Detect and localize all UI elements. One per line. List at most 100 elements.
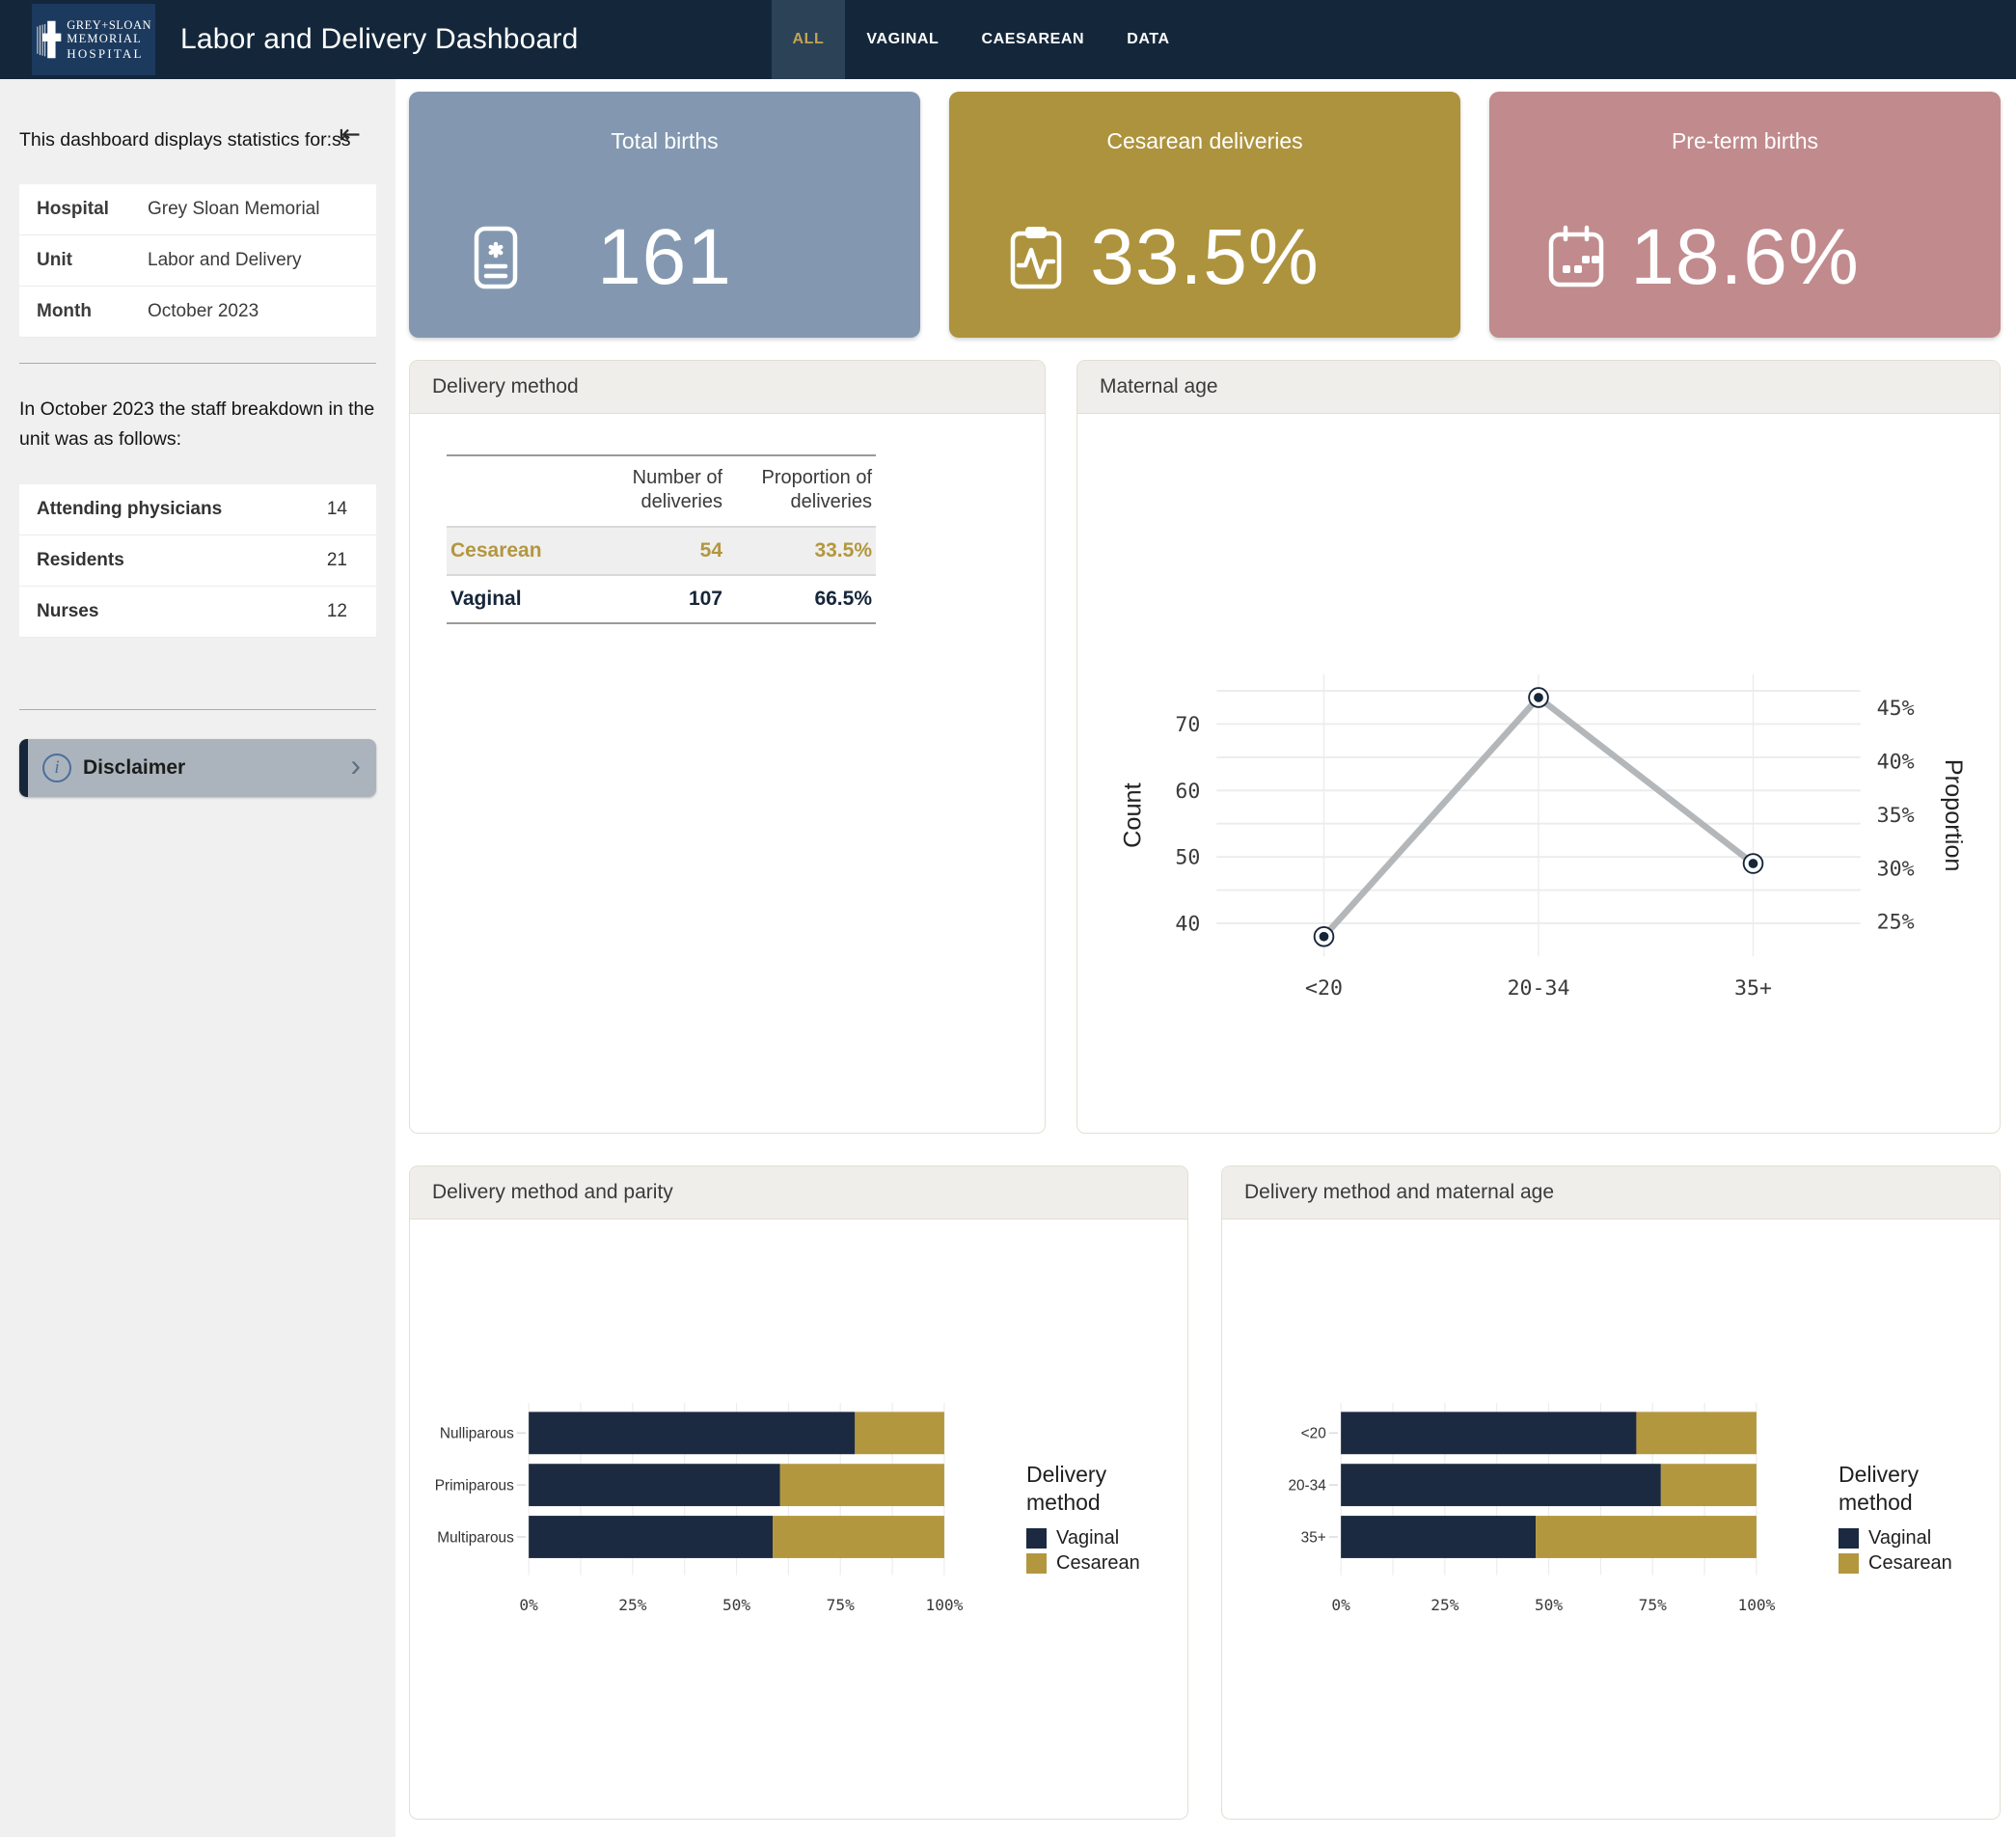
- svg-text:25%: 25%: [618, 1595, 646, 1613]
- disclaimer-label: Disclaimer: [83, 756, 185, 780]
- svg-text:40%: 40%: [1877, 751, 1915, 775]
- svg-text:25%: 25%: [1430, 1595, 1458, 1613]
- table-row: Attending physicians 14: [19, 484, 376, 535]
- row-value: Labor and Delivery: [148, 250, 359, 271]
- svg-text:Multiparous: Multiparous: [437, 1529, 514, 1546]
- kpi-cesarean-deliveries: Cesarean deliveries 33.5%: [949, 92, 1460, 338]
- calendar-icon: [1539, 221, 1613, 294]
- table-row: Month October 2023: [19, 287, 376, 338]
- sidebar-divider: [19, 363, 376, 364]
- svg-text:75%: 75%: [827, 1595, 855, 1613]
- legend-label: Vaginal: [1868, 1527, 1931, 1549]
- svg-text:Count: Count: [1120, 782, 1147, 848]
- hospital-logo: GREY+SLOAN MEMORIAL HOSPITAL: [32, 4, 155, 75]
- svg-text:20-34: 20-34: [1508, 976, 1570, 1001]
- main-content: Total births 161: [395, 79, 2016, 1837]
- svg-text:35%: 35%: [1877, 804, 1915, 828]
- row-label: Hospital: [37, 199, 148, 220]
- nav-tab-caesarean[interactable]: CAESAREAN: [960, 0, 1105, 79]
- svg-text:100%: 100%: [1737, 1595, 1775, 1613]
- svg-text:<20: <20: [1305, 976, 1343, 1001]
- table-row-cesarean: Cesarean 54 33.5%: [447, 527, 876, 575]
- svg-text:20-34: 20-34: [1288, 1477, 1326, 1494]
- column-header: Proportion of deliveries: [726, 455, 876, 527]
- cesarean-swatch: [1026, 1553, 1047, 1574]
- svg-text:35+: 35+: [1301, 1529, 1326, 1546]
- svg-text:25%: 25%: [1877, 911, 1915, 935]
- parity-stacked-bar-chart: NulliparousPrimiparousMultiparous0%25%50…: [426, 1397, 1005, 1642]
- legend-label: Cesarean: [1868, 1552, 1952, 1575]
- logo-line-2: MEMORIAL: [67, 32, 151, 46]
- chevron-right-icon: ›: [350, 750, 361, 781]
- svg-text:45%: 45%: [1877, 697, 1915, 721]
- birth-record-icon: [459, 221, 532, 294]
- svg-text:Nulliparous: Nulliparous: [440, 1425, 514, 1441]
- maternal-age-line-chart: 4050607025%30%35%40%45%<2020-3435+CountP…: [1104, 658, 1973, 1024]
- row-proportion: 33.5%: [726, 527, 876, 575]
- legend-label: Cesarean: [1056, 1552, 1140, 1575]
- vaginal-swatch: [1839, 1528, 1859, 1549]
- disclaimer-button[interactable]: i Disclaimer ›: [19, 739, 376, 797]
- nav-tab-vaginal[interactable]: VAGINAL: [845, 0, 960, 79]
- row-label: Cesarean: [447, 527, 582, 575]
- svg-text:35+: 35+: [1734, 976, 1772, 1001]
- age-stacked-bar-chart: <2020-3435+0%25%50%75%100%: [1239, 1397, 1817, 1642]
- logo-line-3: HOSPITAL: [67, 46, 151, 61]
- nav-tab-all[interactable]: ALL: [772, 0, 846, 79]
- page-title: Labor and Delivery Dashboard: [180, 23, 579, 56]
- svg-text:50: 50: [1175, 846, 1200, 870]
- svg-text:40: 40: [1175, 913, 1200, 937]
- kpi-total-births: Total births 161: [409, 92, 920, 338]
- delivery-method-panel: Delivery method Number of deliveries Pro…: [409, 360, 1046, 1134]
- kpi-title: Pre-term births: [1489, 128, 2001, 154]
- row-number: 107: [582, 575, 726, 623]
- maternal-age-panel: Maternal age 4050607025%30%35%40%45%<202…: [1076, 360, 2001, 1134]
- svg-text:100%: 100%: [925, 1595, 963, 1613]
- kpi-title: Total births: [409, 128, 920, 154]
- legend-title: Delivery method: [1839, 1461, 1945, 1517]
- svg-text:30%: 30%: [1877, 857, 1915, 881]
- age-method-panel: Delivery method and maternal age <2020-3…: [1221, 1165, 2001, 1820]
- table-row: Nurses 12: [19, 587, 376, 638]
- sidebar-divider: [19, 709, 376, 710]
- row-value: Grey Sloan Memorial: [148, 199, 359, 220]
- row-number: 54: [582, 527, 726, 575]
- row-label: Nurses: [37, 601, 98, 622]
- kpi-value: 18.6%: [1630, 212, 1860, 303]
- vaginal-swatch: [1026, 1528, 1047, 1549]
- nav-tab-data[interactable]: DATA: [1105, 0, 1190, 79]
- kpi-title: Cesarean deliveries: [949, 128, 1460, 154]
- svg-text:0%: 0%: [519, 1595, 538, 1613]
- table-row: Residents 21: [19, 535, 376, 587]
- staff-intro-text: In October 2023 the staff breakdown in t…: [19, 395, 376, 454]
- panel-title: Delivery method and maternal age: [1222, 1166, 2000, 1220]
- staff-table: Attending physicians 14 Residents 21 Nur…: [19, 484, 376, 638]
- svg-text:0%: 0%: [1331, 1595, 1350, 1613]
- collapse-sidebar-icon[interactable]: ⇤: [339, 122, 361, 148]
- row-label: Residents: [37, 550, 124, 571]
- unit-info-table: Hospital Grey Sloan Memorial Unit Labor …: [19, 184, 376, 338]
- row-value: 21: [327, 550, 347, 571]
- row-label: Vaginal: [447, 575, 582, 623]
- table-row: Unit Labor and Delivery: [19, 235, 376, 287]
- row-label: Month: [37, 301, 148, 322]
- row-label: Unit: [37, 250, 148, 271]
- main-nav: ALL VAGINAL CAESAREAN DATA: [772, 0, 1191, 79]
- panel-title: Maternal age: [1077, 361, 2000, 414]
- table-row: Hospital Grey Sloan Memorial: [19, 184, 376, 235]
- parity-panel: Delivery method and parity NulliparousPr…: [409, 1165, 1188, 1820]
- kpi-value: 33.5%: [1090, 212, 1320, 303]
- row-value: October 2023: [148, 301, 359, 322]
- delivery-method-table: Number of deliveries Proportion of deliv…: [447, 454, 876, 624]
- row-value: 12: [327, 601, 347, 622]
- svg-text:75%: 75%: [1639, 1595, 1667, 1613]
- row-value: 14: [327, 499, 347, 520]
- row-label: Attending physicians: [37, 499, 222, 520]
- sidebar: ⇤ This dashboard displays statistics for…: [0, 79, 395, 1837]
- kpi-preterm-births: Pre-term births: [1489, 92, 2001, 338]
- hospital-cross-icon: [36, 9, 63, 70]
- panel-title: Delivery method: [410, 361, 1045, 414]
- svg-text:Proportion: Proportion: [1940, 759, 1967, 872]
- column-header: Number of deliveries: [582, 455, 726, 527]
- cesarean-swatch: [1839, 1553, 1859, 1574]
